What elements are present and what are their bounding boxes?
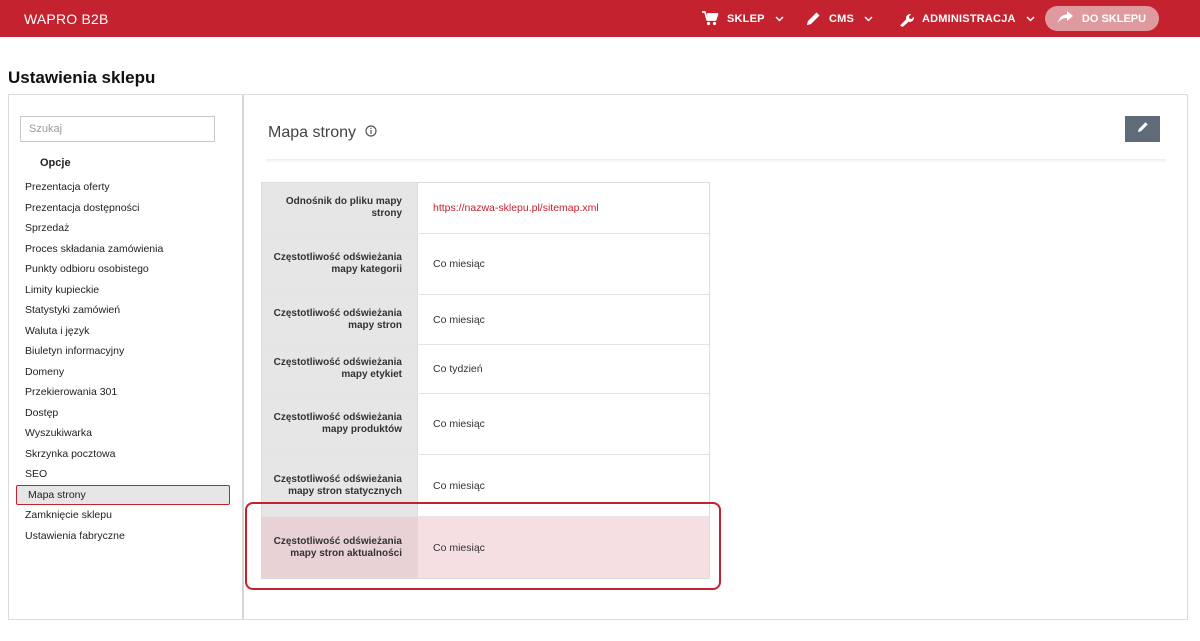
pencil-icon bbox=[806, 11, 821, 26]
row-label: Częstotliwość odświeżania mapy produktów bbox=[262, 394, 418, 454]
search-input[interactable] bbox=[20, 116, 215, 142]
to-shop-label: DO SKLEPU bbox=[1081, 12, 1147, 25]
sidebar-item-proces-sk-adania-zam-wienia[interactable]: Proces składania zamówienia bbox=[9, 239, 244, 260]
table-row: Częstotliwość odświeżania mapy stron akt… bbox=[262, 516, 709, 578]
row-label: Odnośnik do pliku mapy strony bbox=[262, 183, 418, 233]
sidebar-item-zamkni-cie-sklepu[interactable]: Zamknięcie sklepu bbox=[9, 505, 244, 526]
header-divider bbox=[266, 159, 1166, 163]
sidebar-item-domeny[interactable]: Domeny bbox=[9, 362, 244, 383]
sitemap-settings-table: Odnośnik do pliku mapy strony https://naz… bbox=[261, 182, 710, 579]
settings-sidebar: Opcje Prezentacja ofertyPrezentacja dost… bbox=[9, 95, 244, 619]
sidebar-item-skrzynka-pocztowa[interactable]: Skrzynka pocztowa bbox=[9, 444, 244, 465]
page-title: Ustawienia sklepu bbox=[8, 68, 156, 87]
row-value: Co miesiąc bbox=[418, 517, 709, 578]
sidebar-item-statystyki-zam-wie[interactable]: Statystyki zamówień bbox=[9, 300, 244, 321]
settings-panel: Opcje Prezentacja ofertyPrezentacja dost… bbox=[8, 94, 1188, 620]
chevron-down-icon bbox=[775, 15, 784, 22]
sidebar-item-przekierowania-301[interactable]: Przekierowania 301 bbox=[9, 382, 244, 403]
info-icon[interactable] bbox=[365, 124, 377, 142]
options-section-label: Opcje bbox=[40, 157, 71, 169]
sidebar-item-dost-p[interactable]: Dostęp bbox=[9, 403, 244, 424]
chevron-down-icon bbox=[1026, 15, 1035, 22]
chevron-down-icon bbox=[864, 15, 873, 22]
nav-sklep[interactable]: SKLEP bbox=[702, 0, 784, 37]
sidebar-item-seo[interactable]: SEO bbox=[9, 464, 244, 485]
row-value: Co tydzień bbox=[433, 363, 483, 375]
wrench-icon bbox=[898, 11, 914, 27]
pencil-icon bbox=[1137, 120, 1149, 138]
row-label: Częstotliwość odświeżania mapy stron akt… bbox=[262, 517, 418, 578]
row-label: Częstotliwość odświeżania mapy stron sta… bbox=[262, 455, 418, 516]
section-title: Mapa strony bbox=[268, 124, 357, 141]
table-row: Częstotliwość odświeżania mapy etykiet Co… bbox=[262, 344, 709, 393]
sidebar-item-limity-kupieckie[interactable]: Limity kupieckie bbox=[9, 280, 244, 301]
sidebar-item-mapa-strony[interactable]: Mapa strony bbox=[16, 484, 230, 505]
row-value: Co miesiąc bbox=[433, 258, 485, 270]
edit-button[interactable] bbox=[1125, 116, 1160, 142]
row-label: Częstotliwość odświeżania mapy etykiet bbox=[262, 345, 418, 393]
sidebar-item-wyszukiwarka[interactable]: Wyszukiwarka bbox=[9, 423, 244, 444]
row-value: Co miesiąc bbox=[433, 313, 485, 326]
table-row: Częstotliwość odświeżania mapy stron sta… bbox=[262, 454, 709, 516]
settings-menu: Prezentacja oferty Prezentacja dostępnośc… bbox=[9, 177, 244, 546]
sidebar-item-prezentacja-oferty[interactable]: Prezentacja oferty bbox=[9, 177, 244, 198]
sidebar-item-prezentacja-dost-pno-ci[interactable]: Prezentacja dostępności bbox=[9, 198, 244, 219]
top-navbar: WAPRO B2B SKLEP CMS ADMINISTRACJA DO SKL bbox=[0, 0, 1200, 37]
share-arrow-icon bbox=[1057, 11, 1073, 26]
content-area: Mapa strony Odnośnik do pliku mapy stron… bbox=[246, 95, 1187, 619]
nav-administracja[interactable]: ADMINISTRACJA bbox=[898, 0, 1035, 37]
row-label: Częstotliwość odświeżania mapy kategorii bbox=[262, 234, 418, 294]
table-row: Częstotliwość odświeżania mapy kategorii… bbox=[262, 233, 709, 294]
row-label: Częstotliwość odświeżania mapy stron bbox=[262, 295, 418, 344]
brand-logo[interactable]: WAPRO B2B bbox=[24, 11, 109, 27]
table-row: Odnośnik do pliku mapy strony https://naz… bbox=[262, 183, 709, 233]
nav-administracja-label: ADMINISTRACJA bbox=[922, 12, 1016, 25]
sidebar-item-ustawienia-fabryczne[interactable]: Ustawienia fabryczne bbox=[9, 526, 244, 547]
table-row: Częstotliwość odświeżania mapy produktów… bbox=[262, 393, 709, 454]
row-value: Co miesiąc bbox=[433, 418, 485, 430]
nav-cms[interactable]: CMS bbox=[806, 0, 873, 37]
nav-cms-label: CMS bbox=[829, 12, 855, 25]
sidebar-item-biuletyn-informacyjny[interactable]: Biuletyn informacyjny bbox=[9, 341, 244, 362]
table-row: Częstotliwość odświeżania mapy stron Co m… bbox=[262, 294, 709, 344]
sidebar-item-sprzeda[interactable]: Sprzedaż bbox=[9, 218, 244, 239]
to-shop-button[interactable]: DO SKLEPU bbox=[1045, 6, 1159, 31]
section-header: Mapa strony bbox=[268, 124, 377, 142]
cart-icon bbox=[702, 11, 719, 26]
sidebar-item-waluta-i-j-zyk[interactable]: Waluta i język bbox=[9, 321, 244, 342]
row-value: Co miesiąc bbox=[433, 479, 485, 492]
sidebar-item-punkty-odbioru-osobistego[interactable]: Punkty odbioru osobistego bbox=[9, 259, 244, 280]
nav-sklep-label: SKLEP bbox=[727, 12, 765, 25]
sitemap-link[interactable]: https://nazwa-sklepu.pl/sitemap.xml bbox=[418, 183, 709, 233]
